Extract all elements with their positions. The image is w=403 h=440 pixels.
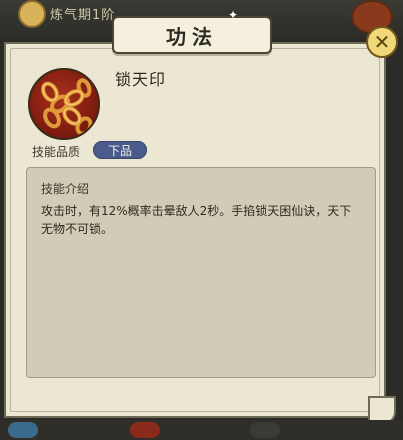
dialog-title: 功法 bbox=[166, 24, 218, 49]
description-text: 攻击时，有12%概率击晕敌人2秒。手掐锁天困仙诀，天下无物不可锁。 bbox=[41, 204, 352, 236]
footer-icon bbox=[130, 422, 160, 438]
skill-name: 锁天印 bbox=[115, 70, 167, 89]
skill-quality-badge: 下品 bbox=[93, 141, 147, 159]
dialog-title-banner: 功法 bbox=[112, 16, 272, 54]
skill-quality-label: 技能品质 bbox=[32, 145, 81, 159]
close-icon: ✕ bbox=[373, 30, 391, 54]
footer-icon bbox=[8, 422, 38, 438]
footer-icon bbox=[250, 422, 280, 438]
skill-description-box: 技能介绍 攻击时，有12%概率击晕敌人2秒。手掐锁天困仙诀，天下无物不可锁。 bbox=[26, 167, 376, 378]
cultivation-level-label: 炼气期1阶 bbox=[50, 8, 116, 23]
close-button[interactable]: ✕ bbox=[366, 26, 398, 58]
player-avatar bbox=[18, 0, 46, 28]
corner-ornament bbox=[4, 404, 18, 418]
skill-icon bbox=[28, 68, 100, 140]
sparkle-icon: ✦ bbox=[228, 8, 239, 22]
skill-quality-value: 下品 bbox=[107, 143, 132, 158]
background-footer bbox=[0, 420, 403, 440]
description-heading: 技能介绍 bbox=[41, 182, 90, 196]
corner-ornament bbox=[4, 42, 18, 56]
